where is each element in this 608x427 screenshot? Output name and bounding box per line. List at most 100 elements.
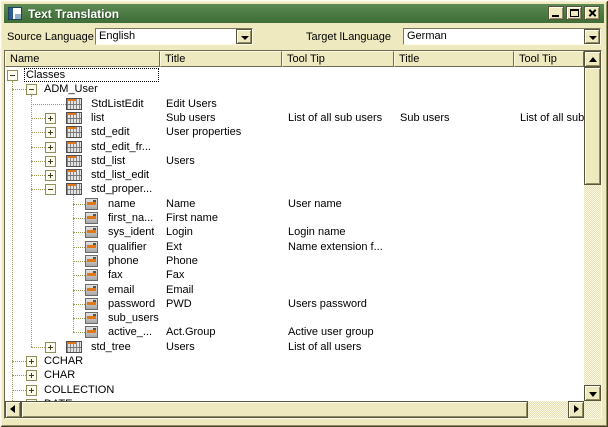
expand-toggle-minus[interactable] — [26, 84, 37, 95]
tree-item-label: sub_users — [108, 311, 159, 325]
tree-row-char[interactable]: CHAR — [5, 368, 584, 382]
expand-toggle-plus[interactable] — [45, 142, 56, 153]
tree-row-std-tree[interactable]: std_treeUsersList of all users — [5, 340, 584, 354]
translation-tree-table: NameTitleTool TipTitleTool Tip ClassesAD… — [4, 50, 602, 419]
source-language-select[interactable]: English — [95, 28, 253, 45]
expand-toggle-plus[interactable] — [45, 170, 56, 181]
source-language-value: English — [99, 30, 135, 43]
tree-row-collection[interactable]: COLLECTION — [5, 383, 584, 397]
tree-item-label: sys_ident — [108, 225, 154, 239]
column-header-name-0[interactable]: Name — [5, 51, 160, 67]
title-cell: First name — [160, 211, 282, 225]
column-header-title-1[interactable]: Title — [160, 51, 282, 67]
tree-connector — [73, 261, 85, 262]
form-icon — [66, 126, 82, 138]
title-cell: Act.Group — [160, 325, 282, 339]
scroll-down-button[interactable] — [584, 385, 601, 401]
tree-item-label: name — [108, 197, 136, 211]
tree-item-label: password — [108, 297, 155, 311]
expand-toggle-plus[interactable] — [26, 385, 37, 396]
tree-row-qualifier[interactable]: qualifierExtName extension f... — [5, 240, 584, 254]
tree-connector — [31, 104, 66, 105]
expand-toggle-plus[interactable] — [45, 156, 56, 167]
tree-row-std-list[interactable]: std_listUsers — [5, 154, 584, 168]
app-icon — [8, 7, 22, 20]
field-icon — [85, 312, 98, 324]
close-button[interactable] — [584, 6, 600, 20]
tree-row-sys-ident[interactable]: sys_identLoginLogin name — [5, 225, 584, 239]
tree-row-std-proper[interactable]: std_proper... — [5, 182, 584, 196]
tree-item-label: phone — [108, 254, 139, 268]
title-bar[interactable]: Text Translation — [4, 4, 604, 23]
text-translation-dialog: Text Translation Source Language English… — [0, 0, 608, 427]
column-header-tool-tip-2[interactable]: Tool Tip — [282, 51, 394, 67]
expand-toggle-plus[interactable] — [45, 113, 56, 124]
tree-row-first-na[interactable]: first_na...First name — [5, 211, 584, 225]
expand-toggle-plus[interactable] — [26, 399, 37, 401]
expand-toggle-plus[interactable] — [45, 342, 56, 353]
tree-rail — [73, 195, 74, 332]
window-controls — [548, 6, 600, 20]
tree-row-std-edit[interactable]: std_editUser properties — [5, 125, 584, 139]
horizontal-scroll-thumb[interactable] — [21, 401, 528, 418]
field-icon — [85, 326, 98, 338]
arrow-up-icon — [589, 57, 597, 62]
source-dropdown-button[interactable] — [236, 29, 252, 44]
scroll-left-button[interactable] — [5, 401, 21, 418]
minimize-icon — [552, 15, 559, 17]
tree-item-label: active_... — [108, 325, 152, 339]
tree-row-fax[interactable]: faxFax — [5, 268, 584, 282]
maximize-button[interactable] — [566, 6, 582, 20]
form-icon — [66, 112, 82, 124]
tree-rail — [12, 81, 13, 401]
expand-toggle-plus[interactable] — [45, 127, 56, 138]
tree-row-list[interactable]: listSub usersList of all sub usersSub us… — [5, 111, 584, 125]
title-cell: Fax — [160, 268, 282, 282]
expand-toggle-minus[interactable] — [7, 70, 18, 81]
tree-item-label: std_proper... — [91, 182, 152, 196]
scrollbar-corner — [584, 401, 601, 418]
expand-toggle-plus[interactable] — [26, 356, 37, 367]
tree-row-active[interactable]: active_...Act.GroupActive user group — [5, 325, 584, 339]
tooltip-cell: Login name — [282, 225, 394, 239]
title-cell: PWD — [160, 297, 282, 311]
expand-toggle-minus[interactable] — [45, 184, 56, 195]
scroll-right-button[interactable] — [568, 401, 584, 418]
tree-row-phone[interactable]: phonePhone — [5, 254, 584, 268]
vertical-scroll-thumb[interactable] — [584, 67, 601, 185]
source-language-label: Source Language — [7, 31, 94, 43]
minimize-button[interactable] — [548, 6, 564, 20]
tree-connector — [31, 118, 45, 119]
column-header-tool-tip-4[interactable]: Tool Tip — [514, 51, 584, 67]
target-dropdown-button[interactable] — [584, 29, 600, 44]
title-cell: Users — [160, 340, 282, 354]
tree-row-email[interactable]: emailEmail — [5, 283, 584, 297]
expand-toggle-plus[interactable] — [26, 370, 37, 381]
field-icon — [85, 212, 98, 224]
tree-row-stdlistedit[interactable]: StdListEditEdit Users — [5, 97, 584, 111]
column-header-title-3[interactable]: Title — [394, 51, 514, 67]
tree-row-adm-user[interactable]: ADM_User — [5, 82, 584, 96]
scroll-up-button[interactable] — [584, 51, 601, 67]
tree-row-name[interactable]: nameNameUser name — [5, 197, 584, 211]
target-language-select[interactable]: German — [403, 28, 601, 45]
tree-connector — [31, 189, 45, 190]
tree-item-label: ADM_User — [44, 82, 98, 96]
tree-row-sub-users[interactable]: sub_users — [5, 311, 584, 325]
vertical-scroll-track[interactable] — [584, 185, 601, 385]
tree-connector — [73, 232, 85, 233]
tree-connector — [31, 147, 45, 148]
form-icon — [66, 183, 82, 195]
tree-row-std-list-edit[interactable]: std_list_edit — [5, 168, 584, 182]
tree-row-classes[interactable]: Classes — [5, 68, 584, 82]
tree-row-password[interactable]: passwordPWDUsers password — [5, 297, 584, 311]
tree-row-cchar[interactable]: CCHAR — [5, 354, 584, 368]
form-icon — [66, 155, 82, 167]
maximize-icon — [570, 9, 579, 17]
field-icon — [85, 269, 98, 281]
tree-row-std-edit-fr[interactable]: std_edit_fr... — [5, 140, 584, 154]
horizontal-scroll-track[interactable] — [528, 401, 568, 418]
tree-connector — [73, 290, 85, 291]
field-icon — [85, 284, 98, 296]
tree-item-label: std_list — [91, 154, 125, 168]
